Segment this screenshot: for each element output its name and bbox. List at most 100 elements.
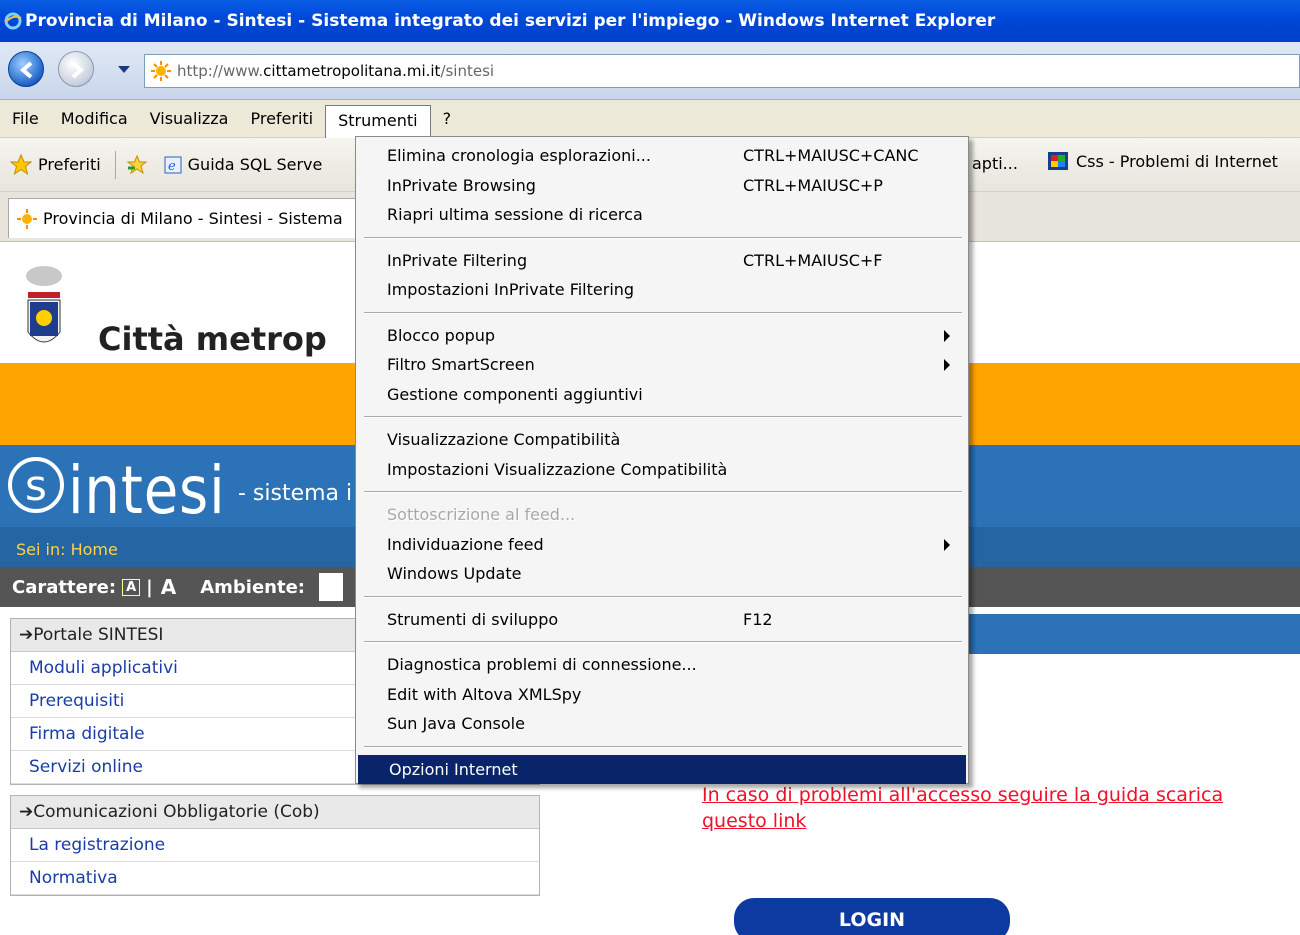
submenu-arrow-icon bbox=[944, 538, 950, 551]
menu-item-0-0[interactable]: Elimina cronologia esplorazioni... CTRL+M… bbox=[356, 141, 968, 170]
menu-item-4-0: Sottoscrizione al feed... bbox=[356, 500, 968, 529]
window-title-bar: Provincia di Milano - Sintesi - Sistema … bbox=[0, 0, 1300, 42]
favorite-link-truncated[interactable]: apti... bbox=[972, 154, 1018, 173]
menu-item-6-0[interactable]: Diagnostica problemi di connessione... bbox=[356, 650, 968, 679]
forward-button[interactable] bbox=[58, 51, 94, 87]
menu-item-label: Impostazioni Visualizzazione Compatibili… bbox=[387, 459, 728, 479]
menu-item-4-1[interactable]: Individuazione feed bbox=[356, 530, 968, 559]
menu-separator bbox=[364, 311, 962, 314]
nav-box-cob: ➔Comunicazioni Obbligatorie (Cob) La reg… bbox=[10, 795, 540, 896]
favorite-link-css[interactable]: Css - Problemi di Internet bbox=[1046, 150, 1278, 172]
font-large-button[interactable]: A bbox=[161, 575, 176, 599]
menu-item-label: Impostazioni InPrivate Filtering bbox=[387, 280, 635, 299]
back-button[interactable] bbox=[8, 51, 44, 87]
submenu-arrow-icon bbox=[944, 359, 950, 371]
add-favorite-icon bbox=[126, 154, 148, 174]
menu-item-3-1[interactable]: Impostazioni Visualizzazione Compatibili… bbox=[356, 455, 968, 484]
nav-link-registrazione[interactable]: La registrazione bbox=[11, 829, 539, 862]
menu-strumenti[interactable]: Strumenti bbox=[325, 104, 431, 139]
login-notice: Attenzione!! In caso di problemi all'acc… bbox=[702, 766, 1300, 834]
font-separator: | bbox=[146, 576, 153, 598]
menu-modifica[interactable]: Modifica bbox=[51, 105, 138, 132]
menu-item-label: Sun Java Console bbox=[387, 714, 525, 733]
menu-item-label: Elimina cronologia esplorazioni... bbox=[387, 146, 651, 165]
svg-text:e: e bbox=[168, 159, 176, 174]
environment-label: Ambiente: bbox=[200, 576, 305, 598]
menu-item-label: Riapri ultima sessione di ricerca bbox=[387, 205, 643, 224]
menu-item-5-0[interactable]: Strumenti di sviluppo F12 bbox=[356, 605, 968, 634]
navigation-bar: http://www.cittametropolitana.mi.it/sint… bbox=[0, 42, 1300, 100]
menu-separator bbox=[364, 595, 962, 598]
menu-help[interactable]: ? bbox=[433, 105, 462, 132]
menu-item-3-0[interactable]: Visualizzazione Compatibilità bbox=[356, 425, 968, 454]
notice-link[interactable]: questo link bbox=[702, 808, 1300, 834]
login-button[interactable]: LOGIN bbox=[734, 898, 1010, 935]
sintesi-logo: s intesi bbox=[8, 445, 253, 529]
menu-item-shortcut: CTRL+MAIUSC+P bbox=[743, 175, 883, 195]
tab-sintesi[interactable]: Provincia di Milano - Sintesi - Sistema bbox=[8, 198, 378, 238]
nav-link-normativa[interactable]: Normativa bbox=[11, 862, 539, 895]
menu-item-1-0[interactable]: InPrivate Filtering CTRL+MAIUSC+F bbox=[356, 246, 968, 275]
menu-item-shortcut: F12 bbox=[743, 609, 773, 629]
sintesi-s-circle: s bbox=[8, 457, 64, 513]
sintesi-wordmark: intesi bbox=[68, 452, 226, 529]
menu-item-6-1[interactable]: Edit with Altova XMLSpy bbox=[356, 680, 968, 709]
site-title: Città metrop bbox=[98, 320, 327, 358]
recent-pages-dropdown[interactable] bbox=[118, 66, 130, 73]
internet-explorer-icon bbox=[4, 12, 22, 30]
menu-item-6-2[interactable]: Sun Java Console bbox=[356, 709, 968, 738]
font-size-label: Carattere: bbox=[12, 576, 117, 598]
star-icon bbox=[10, 153, 32, 175]
menu-item-4-2[interactable]: Windows Update bbox=[356, 559, 968, 588]
menu-separator bbox=[364, 416, 962, 418]
menu-item-label: InPrivate Filtering bbox=[387, 250, 528, 270]
menu-item-shortcut: CTRL+MAIUSC+CANC bbox=[743, 146, 919, 165]
menu-item-label: Filtro SmartScreen bbox=[387, 355, 535, 374]
menu-item-2-2[interactable]: Gestione componenti aggiuntivi bbox=[356, 380, 968, 409]
address-url: http://www.cittametropolitana.mi.it/sint… bbox=[177, 62, 495, 80]
menu-item-label: Sottoscrizione al feed... bbox=[387, 505, 576, 524]
menu-separator bbox=[364, 745, 962, 748]
city-emblem-icon bbox=[26, 266, 62, 343]
ie-page-icon: e bbox=[164, 156, 182, 174]
menu-item-label: Diagnostica problemi di connessione... bbox=[387, 655, 697, 674]
menu-item-label: Visualizzazione Compatibilità bbox=[387, 430, 621, 449]
menu-item-2-1[interactable]: Filtro SmartScreen bbox=[356, 350, 968, 379]
favorites-button[interactable]: Preferiti bbox=[10, 153, 101, 176]
menu-item-7-0[interactable]: Opzioni Internet bbox=[358, 754, 966, 784]
menu-item-1-1[interactable]: Impostazioni InPrivate Filtering bbox=[356, 275, 968, 304]
tab-title: Provincia di Milano - Sintesi - Sistema bbox=[43, 209, 343, 228]
menu-visualizza[interactable]: Visualizza bbox=[140, 105, 239, 132]
tools-menu: Elimina cronologia esplorazioni... CTRL+M… bbox=[355, 136, 969, 784]
menu-item-label: Opzioni Internet bbox=[389, 759, 518, 779]
add-to-favorites-button[interactable] bbox=[126, 154, 154, 176]
menu-item-2-0[interactable]: Blocco popup bbox=[356, 321, 968, 350]
menu-separator bbox=[364, 641, 962, 643]
menu-item-label: Strumenti di sviluppo bbox=[387, 609, 559, 629]
address-field[interactable]: http://www.cittametropolitana.mi.it/sint… bbox=[144, 54, 1300, 88]
window-title: Provincia di Milano - Sintesi - Sistema … bbox=[25, 11, 996, 31]
menu-item-0-2[interactable]: Riapri ultima sessione di ricerca bbox=[356, 200, 968, 229]
menu-item-label: Individuazione feed bbox=[387, 534, 544, 554]
menu-item-shortcut: CTRL+MAIUSC+F bbox=[743, 250, 883, 270]
menu-separator bbox=[364, 491, 962, 493]
menu-file[interactable]: File bbox=[2, 105, 49, 132]
site-favicon-icon bbox=[151, 61, 171, 81]
menu-item-0-1[interactable]: InPrivate Browsing CTRL+MAIUSC+P bbox=[356, 171, 968, 200]
css-favicon-icon bbox=[1048, 152, 1068, 170]
back-arrow-icon bbox=[19, 61, 33, 79]
forward-arrow-icon bbox=[71, 61, 85, 79]
menu-item-label: InPrivate Browsing bbox=[387, 175, 536, 195]
environment-select[interactable] bbox=[319, 573, 343, 601]
favorites-separator bbox=[114, 150, 116, 179]
menu-item-label: Gestione componenti aggiuntivi bbox=[387, 384, 643, 404]
menu-item-label: Blocco popup bbox=[387, 325, 496, 345]
menu-item-label: Windows Update bbox=[387, 564, 522, 583]
favorite-link-guida-sql[interactable]: e Guida SQL Serve bbox=[164, 155, 322, 174]
menu-preferiti[interactable]: Preferiti bbox=[240, 105, 323, 132]
menu-separator bbox=[364, 236, 962, 239]
menu-bar: File Modifica Visualizza Preferiti Strum… bbox=[0, 100, 1300, 139]
submenu-arrow-icon bbox=[944, 329, 950, 342]
font-small-button[interactable]: A bbox=[122, 578, 141, 596]
nav-box-header[interactable]: ➔Comunicazioni Obbligatorie (Cob) bbox=[11, 796, 539, 829]
